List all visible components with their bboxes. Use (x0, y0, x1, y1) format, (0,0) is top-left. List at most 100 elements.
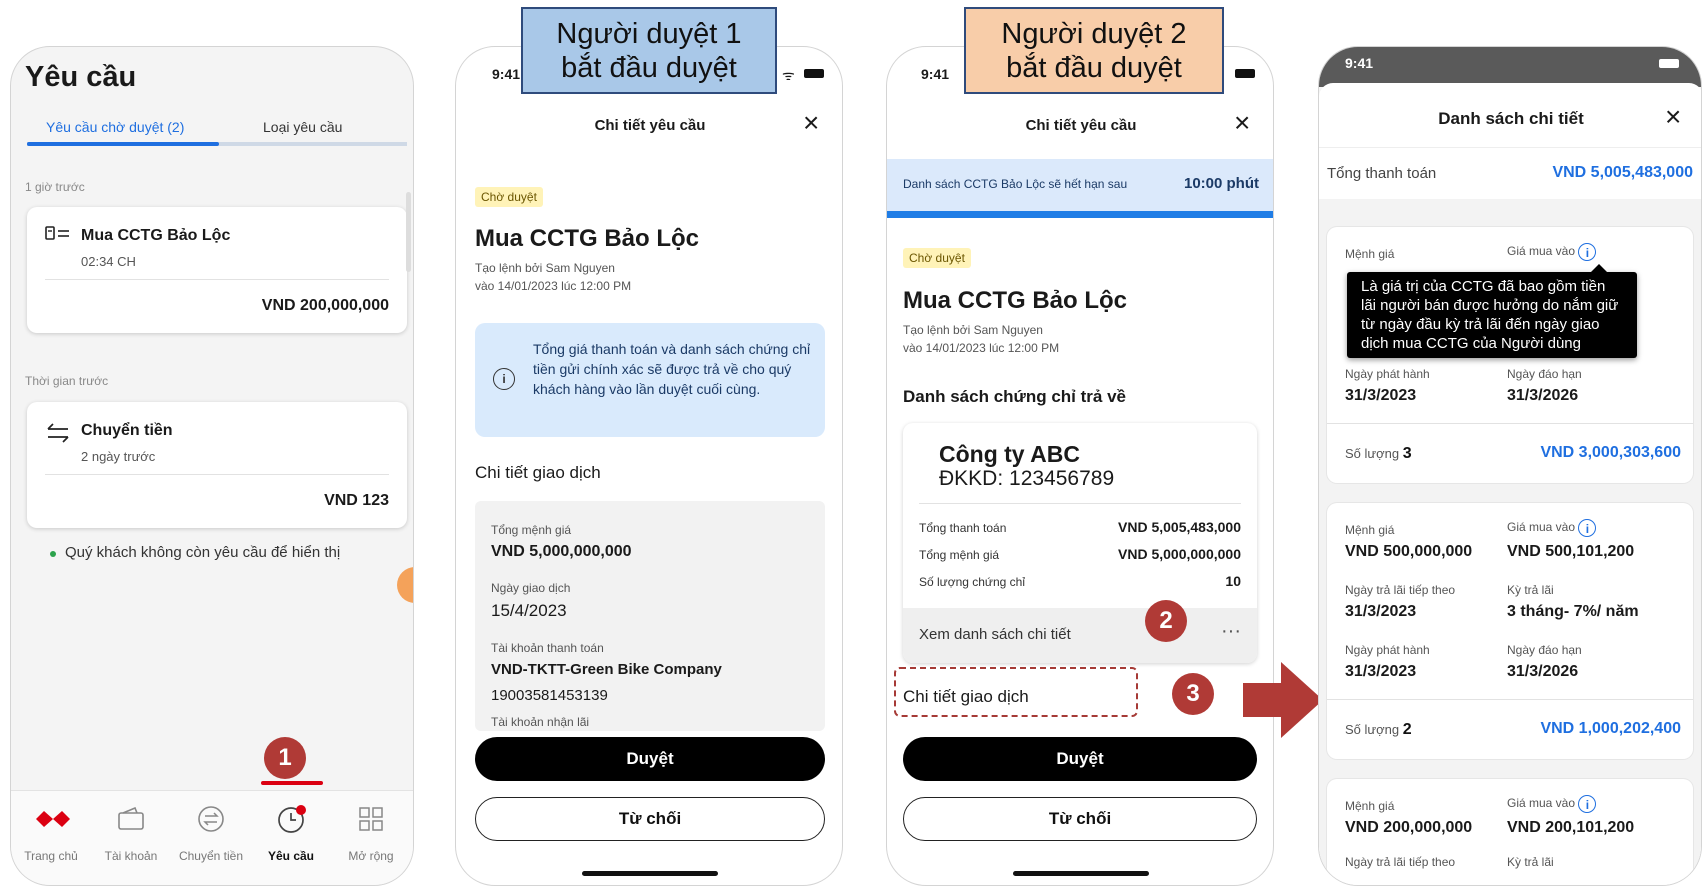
field-value-account: 19003581453139 (491, 687, 608, 704)
total-row: Tổng thanh toán VND 5,005,483,000 (1319, 147, 1701, 201)
clock-icon (278, 805, 306, 833)
battery-icon (1659, 59, 1679, 68)
view-list-link[interactable]: Xem danh sách chi tiết (919, 626, 1071, 643)
home-indicator (582, 871, 718, 876)
modal-header: Danh sách chi tiết (1438, 109, 1584, 128)
nav-item-accounts[interactable]: Tài khoản (91, 801, 171, 871)
info-icon[interactable]: i (1578, 519, 1597, 537)
info-icon: i (493, 368, 515, 390)
transfer-circle-icon (198, 806, 224, 832)
next-payment: 31/3/2023 (1345, 603, 1417, 620)
card-divider (45, 279, 389, 280)
reject-button[interactable]: Từ chối (903, 797, 1257, 841)
buy-price-label: Giá mua vào i (1507, 795, 1597, 813)
issue-date-label: Ngày phát hành (1345, 643, 1430, 657)
section-title: Chi tiết giao dịch (475, 463, 601, 482)
created-by: Tạo lệnh bởi Sam Nguyen (475, 261, 615, 275)
modal-header: Chi tiết yêu cầu (594, 117, 706, 134)
tab-pending[interactable]: Yêu cầu chờ duyệt (2) (46, 119, 184, 135)
step-badge-3: 3 (1172, 673, 1214, 715)
expiry-banner: Danh sách CCTG Bảo Lộc sẽ hết hạn sau 10… (887, 159, 1273, 218)
buy-price: VND 500,101,200 (1507, 543, 1635, 560)
status-time: 9:41 (1345, 55, 1374, 71)
row-value: VND 5,000,000,000 (1118, 546, 1241, 562)
reject-button[interactable]: Từ chối (475, 797, 825, 841)
close-icon[interactable]: × (1234, 109, 1250, 137)
approve-button[interactable]: Duyệt (903, 737, 1257, 781)
wallet-icon (118, 807, 144, 830)
card-divider (1327, 699, 1693, 700)
nav-label: Chuyển tiền (178, 849, 244, 863)
status-bar: 9:41 (1319, 47, 1701, 87)
period-label: Kỳ trả lãi (1507, 855, 1554, 869)
approver1-label: Người duyệt 1 bắt đầu duyệt (521, 7, 777, 94)
tab-indicator (27, 142, 219, 146)
approve-button[interactable]: Duyệt (475, 737, 825, 781)
info-icon[interactable]: i (1578, 795, 1597, 813)
field-label: Tài khoản thanh toán (491, 641, 604, 655)
close-icon[interactable]: × (803, 109, 819, 137)
nav-label: Mở rộng (348, 849, 394, 863)
quantity: Số lượng 2 (1345, 721, 1412, 739)
nav-item-home[interactable]: Trang chủ (11, 801, 91, 871)
total-value: VND 5,005,483,000 (1552, 164, 1693, 181)
card-divider (1327, 423, 1693, 424)
face-value: VND 200,000,000 (1345, 819, 1473, 836)
info-text: Tổng giá thanh toán và danh sách chứng c… (533, 341, 811, 397)
buy-price-label: Giá mua vào i (1507, 243, 1597, 261)
tooltip: Là giá trị của CCTG đã bao gồm tiền lãi … (1347, 264, 1637, 358)
buy-price-label-text: Giá mua vào (1507, 520, 1576, 535)
info-box: i Tổng giá thanh toán và danh sách chứng… (475, 323, 825, 437)
transaction-details: Tổng mệnh giá VND 5,000,000,000 Ngày gia… (475, 501, 825, 731)
company-name: Công ty ABC (939, 441, 1080, 467)
face-value-label: Mệnh giá (1345, 247, 1395, 261)
section-highlight (894, 667, 1138, 717)
buy-price-label-text: Giá mua vào (1507, 796, 1576, 811)
wifi-icon: ᯤ (782, 67, 795, 83)
issue-date: 31/3/2023 (1345, 663, 1417, 680)
step-badge-1: 1 (264, 737, 306, 779)
nav-item-transfer[interactable]: Chuyển tiền (171, 801, 251, 871)
more-icon[interactable]: ··· (1221, 620, 1241, 643)
scroll-handle[interactable] (406, 192, 411, 272)
nav-item-more[interactable]: Mở rộng (331, 801, 411, 871)
face-value: VND 500,000,000 (1345, 543, 1473, 560)
request-card-cctg[interactable]: Mua CCTG Bảo Lộc 02:34 CH VND 200,000,00… (27, 207, 407, 333)
list-title: Danh sách chứng chỉ trả về (903, 387, 1126, 406)
row-label: Tổng mệnh giá (919, 548, 1000, 562)
floating-chat-button[interactable] (397, 567, 413, 603)
period-label: Kỳ trả lãi (1507, 583, 1554, 597)
quantity: Số lượng 3 (1345, 445, 1412, 463)
tab-request-type[interactable]: Loại yêu cầu (263, 119, 342, 135)
approver2-label: Người duyệt 2 bắt đầu duyệt (964, 7, 1224, 94)
nav-item-requests[interactable]: Yêu cầu (251, 801, 331, 871)
request-title: Mua CCTG Bảo Lộc (903, 287, 1128, 314)
status-badge: Chờ duyệt (475, 187, 543, 207)
request-card-transfer[interactable]: Chuyển tiền 2 ngày trước VND 123 (27, 402, 407, 528)
request-title: Chuyển tiền (81, 422, 173, 439)
step-badge-2: 2 (1145, 600, 1187, 642)
transfer-icon (47, 423, 69, 443)
flow-arrow (1243, 662, 1323, 738)
card-total: VND 3,000,303,600 (1540, 444, 1681, 461)
grid-icon (359, 807, 383, 831)
status-time: 9:41 (492, 66, 521, 82)
request-amount: VND 200,000,000 (261, 297, 389, 314)
empty-note: Quý khách không còn yêu cầu để hiển thị (65, 544, 341, 561)
tooltip-text: Là giá trị của CCTG đã bao gồm tiền lãi … (1361, 278, 1619, 352)
card-total: VND 1,000,202,400 (1540, 720, 1681, 737)
field-label: Tài khoản nhận lãi (491, 715, 590, 729)
quantity-value: 3 (1402, 445, 1412, 462)
field-value: 15/4/2023 (491, 601, 567, 620)
home-logo-icon (36, 811, 70, 827)
tooltip-arrow (1591, 264, 1607, 272)
card-divider (45, 474, 389, 475)
created-by: Tạo lệnh bởi Sam Nguyen (903, 323, 1043, 337)
certificate-summary-card: Công ty ABC ĐKKD: 123456789 Tổng thanh t… (903, 423, 1257, 663)
view-list-row[interactable]: Xem danh sách chi tiết ··· (903, 608, 1257, 663)
info-icon[interactable]: i (1578, 243, 1597, 261)
maturity-date-label: Ngày đáo hạn (1507, 643, 1582, 657)
document-icon (45, 226, 69, 240)
row-label: Số lượng chứng chỉ (919, 575, 1025, 589)
close-icon[interactable]: × (1665, 103, 1681, 131)
